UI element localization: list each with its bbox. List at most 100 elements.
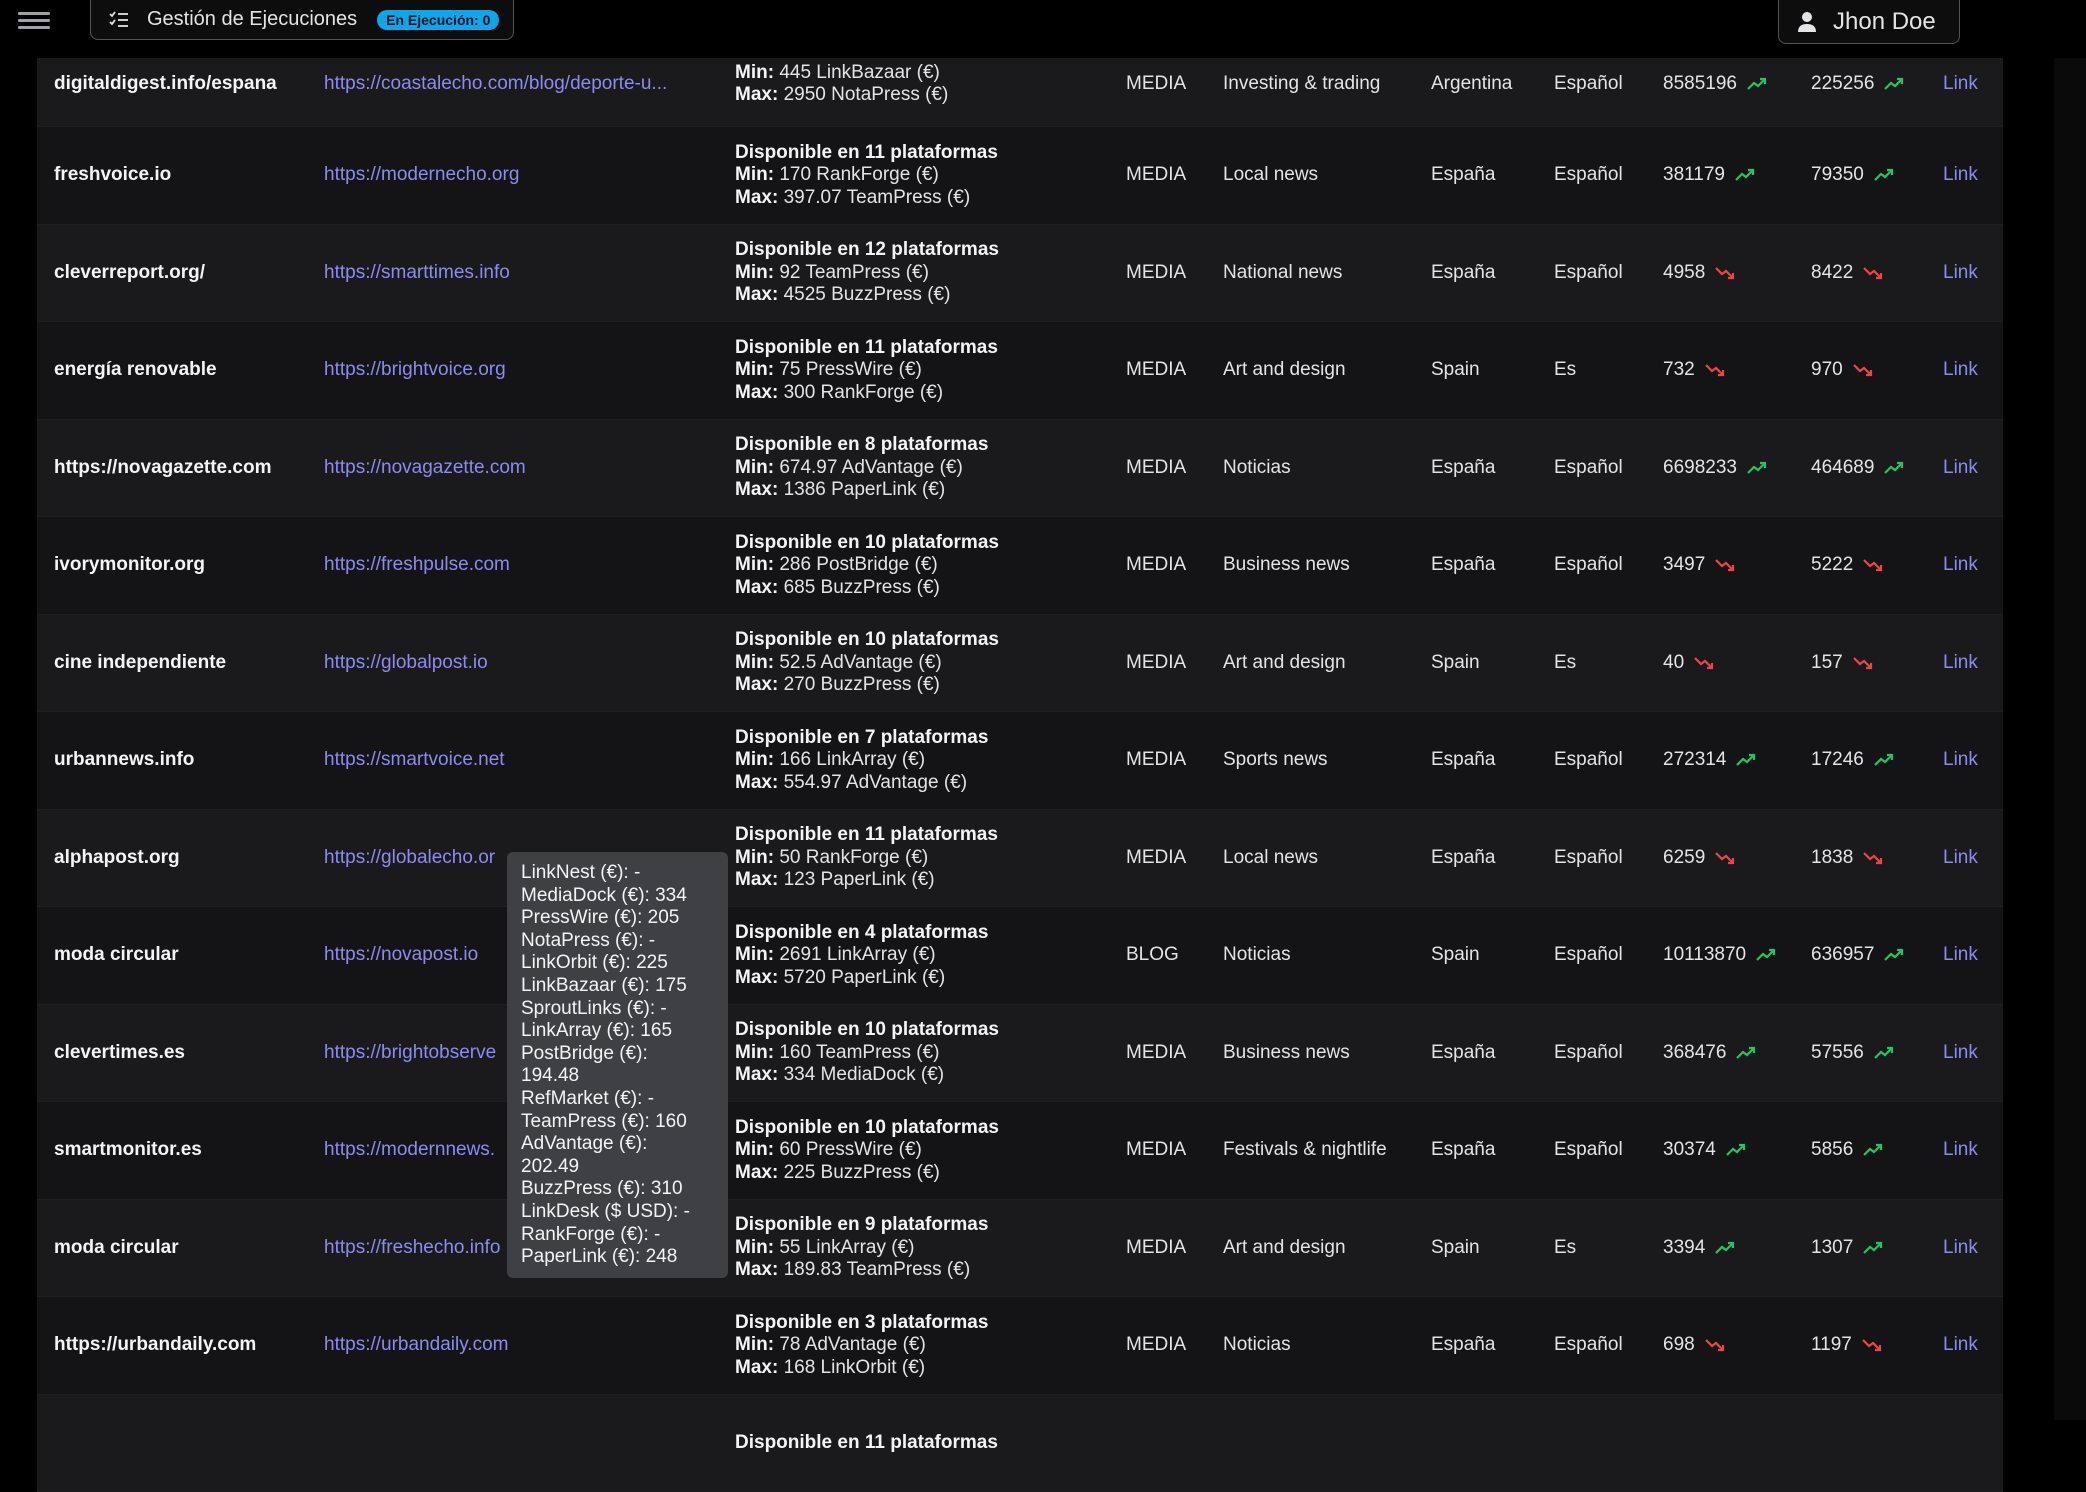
platforms-cell[interactable]: Disponible en 10 plataformasMin: 52.5 Ad… xyxy=(735,615,999,712)
metric-1: 698 xyxy=(1663,1297,1725,1394)
metric-2: 157 xyxy=(1811,615,1873,712)
executions-button[interactable]: Gestión de Ejecuciones En Ejecución: 0 xyxy=(90,0,514,40)
site-url-link[interactable]: https://freshecho.info xyxy=(324,1200,500,1297)
tooltip-line: MediaDock (€): 334 xyxy=(521,885,714,908)
site-name: clevertimes.es xyxy=(54,1005,185,1102)
row-link[interactable]: Link xyxy=(1943,615,1978,712)
platforms-cell[interactable]: Disponible en 10 plataformasMin: 160 Tea… xyxy=(735,1005,999,1102)
platforms-cell[interactable]: Disponible en 11 plataformasMin: 170 Ran… xyxy=(735,127,998,224)
table-row: moda circular https://freshecho.info Dispo… xyxy=(37,1200,2003,1298)
row-link[interactable]: Link xyxy=(1943,810,1978,907)
metric-2-value: 8422 xyxy=(1811,262,1853,284)
site-url-link[interactable]: https://smarttimes.info xyxy=(324,225,510,322)
metric-1: 3394 xyxy=(1663,1200,1735,1297)
site-country: Spain xyxy=(1431,907,1480,1004)
site-type: MEDIA xyxy=(1126,517,1186,614)
metric-2: 636957 xyxy=(1811,907,1904,1004)
tooltip-line: NotaPress (€): - xyxy=(521,930,714,953)
platforms-cell[interactable]: Disponible en 11 plataformasMin: 50 Rank… xyxy=(735,810,998,907)
metric-2-value: 17246 xyxy=(1811,749,1864,771)
site-language: Es xyxy=(1554,322,1576,419)
metric-1-value: 8585196 xyxy=(1663,73,1737,95)
trend-up-icon xyxy=(1863,1241,1883,1255)
platforms-cell[interactable]: Disponible en 3 plataformasMin: 78 AdVan… xyxy=(735,1297,988,1394)
row-link[interactable]: Link xyxy=(1943,127,1978,224)
platforms-cell[interactable]: Disponible en 11 plataformas xyxy=(735,1395,998,1492)
platforms-cell[interactable]: Disponible en 11 plataformasMin: 75 Pres… xyxy=(735,322,998,419)
site-country: España xyxy=(1431,127,1495,224)
platforms-cell[interactable]: Disponible en 12 plataformasMin: 92 Team… xyxy=(735,225,999,322)
trend-down-icon xyxy=(1863,266,1883,280)
site-type: MEDIA xyxy=(1126,1005,1186,1102)
site-type: MEDIA xyxy=(1126,1297,1186,1394)
trend-up-icon xyxy=(1756,948,1776,962)
platforms-cell[interactable]: Disponible en 10 plataformasMin: 286 Pos… xyxy=(735,517,999,614)
site-url-link[interactable]: https://novapost.io xyxy=(324,907,478,1004)
metric-2-value: 970 xyxy=(1811,359,1843,381)
site-url-link[interactable]: https://globalecho.or xyxy=(324,810,495,907)
site-url-link[interactable]: https://freshpulse.com xyxy=(324,517,510,614)
site-country: España xyxy=(1431,810,1495,907)
platforms-cell[interactable]: Disponible en 4 plataformasMin: 2691 Lin… xyxy=(735,907,988,1004)
platforms-count: Disponible en 11 plataformas xyxy=(735,142,998,163)
metric-1: 6698233 xyxy=(1663,420,1767,517)
platforms-count: Disponible en 3 plataformas xyxy=(735,1312,988,1333)
site-name: smartmonitor.es xyxy=(54,1102,202,1199)
site-url-link[interactable]: https://urbandaily.com xyxy=(324,1297,508,1394)
row-link[interactable]: Link xyxy=(1943,225,1978,322)
row-link[interactable]: Link xyxy=(1943,712,1978,809)
max-price: 189.83 TeamPress (€) xyxy=(784,1259,971,1280)
site-name: freshvoice.io xyxy=(54,127,171,224)
tooltip-line: TeamPress (€): 160 xyxy=(521,1111,714,1134)
metric-2-value: 636957 xyxy=(1811,944,1874,966)
site-type: BLOG xyxy=(1126,907,1179,1004)
site-country: Spain xyxy=(1431,615,1480,712)
trend-up-icon xyxy=(1736,1046,1756,1060)
metric-1-value: 272314 xyxy=(1663,749,1726,771)
site-url-link[interactable]: https://brightobserve xyxy=(324,1005,496,1102)
max-price: 225 BuzzPress (€) xyxy=(784,1162,940,1183)
min-price: 166 LinkArray (€) xyxy=(779,749,925,770)
site-url-link[interactable]: https://brightvoice.org xyxy=(324,322,506,419)
site-category: Festivals & nightlife xyxy=(1223,1102,1387,1199)
site-url-link[interactable]: https://modernnews. xyxy=(324,1102,495,1199)
metric-1-value: 381179 xyxy=(1663,164,1725,186)
site-type: MEDIA xyxy=(1126,1102,1186,1199)
max-price: 270 BuzzPress (€) xyxy=(784,674,940,695)
min-price: 60 PressWire (€) xyxy=(779,1139,922,1160)
platforms-count: Disponible en 10 plataformas xyxy=(735,629,999,650)
menu-icon[interactable] xyxy=(18,8,50,34)
site-type: MEDIA xyxy=(1126,810,1186,907)
tooltip-line: LinkArray (€): 165 xyxy=(521,1020,714,1043)
site-url-link[interactable]: https://smartvoice.net xyxy=(324,712,505,809)
platforms-cell[interactable]: Disponible en 10 plataformasMin: 60 Pres… xyxy=(735,1102,999,1199)
site-url-link[interactable]: https://globalpost.io xyxy=(324,615,488,712)
user-menu-button[interactable]: Jhon Doe xyxy=(1778,0,1960,44)
metric-1: 40 xyxy=(1663,615,1714,712)
row-link[interactable]: Link xyxy=(1943,1200,1978,1297)
table-row: Disponible en 11 plataformas xyxy=(37,1395,2003,1492)
site-language: Español xyxy=(1554,420,1623,517)
row-link[interactable]: Link xyxy=(1943,1102,1978,1199)
row-link[interactable]: Link xyxy=(1943,322,1978,419)
scrollbar[interactable] xyxy=(2054,58,2086,1420)
platforms-cell[interactable]: Disponible en 8 plataformasMin: 674.97 A… xyxy=(735,420,988,517)
row-link[interactable]: Link xyxy=(1943,517,1978,614)
min-label: Min: xyxy=(735,1237,774,1258)
site-language: Español xyxy=(1554,1102,1623,1199)
site-url-link[interactable]: https://novagazette.com xyxy=(324,420,526,517)
site-url-link[interactable]: https://modernecho.org xyxy=(324,127,519,224)
row-link[interactable]: Link xyxy=(1943,1297,1978,1394)
row-link[interactable]: Link xyxy=(1943,907,1978,1004)
tooltip-line: PaperLink (€): 248 xyxy=(521,1246,714,1269)
row-link[interactable]: Link xyxy=(1943,420,1978,517)
platforms-cell[interactable]: Disponible en 7 plataformasMin: 166 Link… xyxy=(735,712,988,809)
platforms-cell[interactable]: Disponible en 9 plataformasMin: 55 LinkA… xyxy=(735,1200,988,1297)
row-link[interactable]: Link xyxy=(1943,1005,1978,1102)
trend-up-icon xyxy=(1884,948,1904,962)
tooltip-line: RefMarket (€): - xyxy=(521,1088,714,1111)
site-name: moda circular xyxy=(54,1200,179,1297)
metric-1: 3497 xyxy=(1663,517,1735,614)
min-price: 92 TeamPress (€) xyxy=(779,262,929,283)
site-name: moda circular xyxy=(54,907,179,1004)
